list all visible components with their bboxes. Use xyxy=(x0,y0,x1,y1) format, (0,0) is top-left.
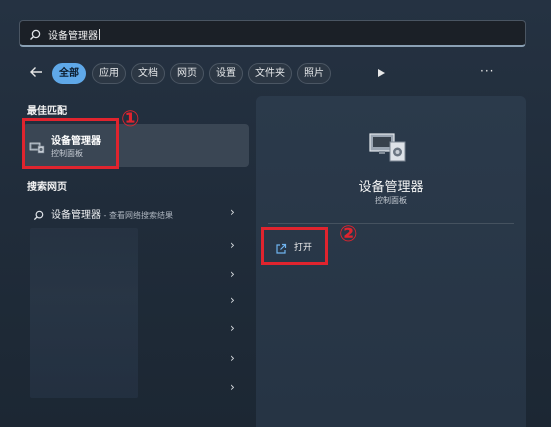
divider xyxy=(268,223,514,224)
more-options-button[interactable]: ··· xyxy=(480,64,494,78)
chevron-right-icon[interactable]: › xyxy=(230,238,235,252)
annotation-number-one: ① xyxy=(121,107,140,132)
chevron-right-icon[interactable]: › xyxy=(230,267,235,281)
chevron-right-icon[interactable]: › xyxy=(230,351,235,365)
chevron-right-icon[interactable]: › xyxy=(230,205,235,219)
filter-apps[interactable]: 应用 xyxy=(92,63,126,84)
chevron-right-icon[interactable]: › xyxy=(230,293,235,307)
blurred-results-area xyxy=(30,228,138,398)
detail-subtitle: 控制面板 xyxy=(375,196,407,205)
web-search-result[interactable]: 设备管理器 - 查看网络搜索结果 xyxy=(23,201,249,223)
highlight-box-open xyxy=(261,227,328,265)
filter-photos[interactable]: 照片 xyxy=(297,63,331,84)
web-search-heading: 搜索网页 xyxy=(27,182,67,193)
web-search-suffix: - 查看网络搜索结果 xyxy=(101,211,173,220)
annotation-number-two: ② xyxy=(339,222,358,247)
search-icon xyxy=(29,26,41,45)
device-manager-large-icon xyxy=(368,128,408,168)
search-input[interactable]: 设备管理器 xyxy=(48,27,100,42)
search-box[interactable]: 设备管理器 xyxy=(19,20,526,47)
chevron-right-icon[interactable]: › xyxy=(230,321,235,335)
chevron-right-icon[interactable]: › xyxy=(230,380,235,394)
filter-all[interactable]: 全部 xyxy=(52,63,86,84)
filter-documents[interactable]: 文档 xyxy=(131,63,165,84)
web-search-query: 设备管理器 xyxy=(51,210,101,221)
detail-title: 设备管理器 xyxy=(358,180,424,195)
highlight-box-best-match xyxy=(22,118,119,169)
back-arrow-icon[interactable] xyxy=(29,64,43,83)
filter-folders[interactable]: 文件夹 xyxy=(248,63,292,84)
search-icon xyxy=(33,206,44,225)
start-search-panel: 设备管理器 全部 应用 文档 网页 设置 文件夹 照片 ··· 最佳匹配 设备管… xyxy=(0,0,551,427)
play-more-filters-icon[interactable] xyxy=(378,69,385,77)
best-match-heading: 最佳匹配 xyxy=(27,106,67,117)
filter-web[interactable]: 网页 xyxy=(170,63,204,84)
filter-settings[interactable]: 设置 xyxy=(209,63,243,84)
